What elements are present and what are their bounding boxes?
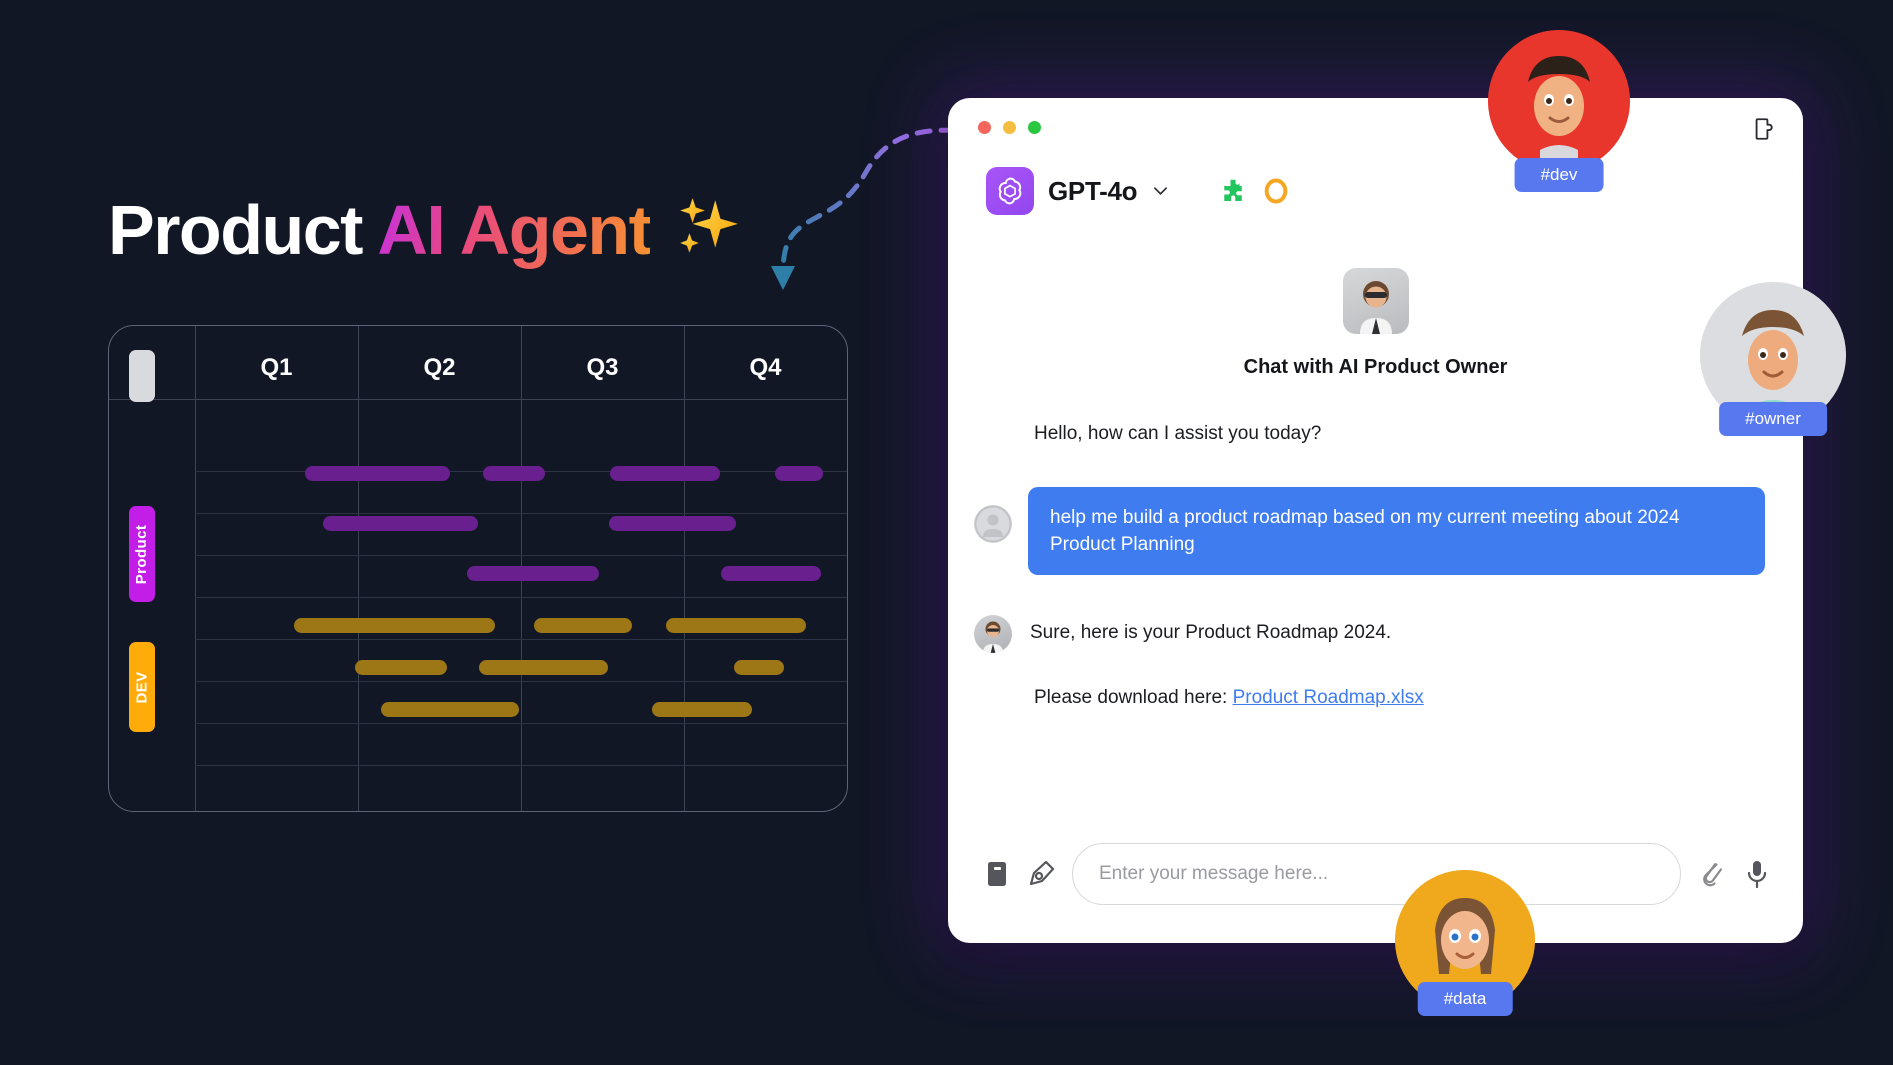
- gantt-corner-tag: [129, 350, 155, 402]
- gantt-group-tag-dev[interactable]: DEV: [129, 642, 155, 732]
- product-owner-avatar: [1342, 268, 1409, 334]
- avatar-dev-image: [1488, 30, 1630, 172]
- gantt-bar[interactable]: [305, 466, 450, 481]
- download-prefix: Please download here:: [1034, 687, 1228, 709]
- avatar-data[interactable]: #data: [1395, 870, 1535, 1016]
- gantt-bar[interactable]: [666, 618, 806, 633]
- gantt-bar[interactable]: [323, 516, 478, 531]
- maximize-window-button[interactable]: [1028, 121, 1041, 134]
- assistant-message-row: Sure, here is your Product Roadmap 2024.: [974, 615, 1803, 654]
- page-title-accent: AI Agent: [377, 191, 652, 269]
- gantt-bar[interactable]: [355, 660, 447, 675]
- gantt-chart: Q1 Q2 Q3 Q4 Product DEV: [108, 325, 848, 812]
- gantt-bar[interactable]: [775, 466, 823, 481]
- gantt-col-q3: Q3: [586, 354, 619, 381]
- download-link[interactable]: Product Roadmap.xlsx: [1233, 687, 1424, 708]
- chat-intro: Chat with AI Product Owner: [948, 268, 1803, 379]
- gantt-bar[interactable]: [721, 566, 821, 581]
- gantt-col-q2: Q2: [423, 354, 456, 381]
- gantt-bar[interactable]: [479, 660, 608, 675]
- microphone-icon[interactable]: [1743, 858, 1771, 890]
- user-avatar-icon: [974, 505, 1012, 543]
- page-title: Product AI Agent: [108, 190, 740, 270]
- avatar-dev[interactable]: #dev: [1488, 30, 1630, 192]
- puzzle-outline-icon[interactable]: [1749, 116, 1775, 142]
- page-title-primary: Product: [108, 191, 363, 269]
- user-message-row: help me build a product roadmap based on…: [974, 487, 1803, 576]
- gantt-col-q4: Q4: [749, 354, 782, 381]
- avatar-data-badge: #data: [1417, 982, 1513, 1016]
- model-name-label[interactable]: GPT-4o: [1048, 176, 1138, 207]
- assistant-avatar: [974, 615, 1012, 654]
- gantt-group-label-product: Product: [133, 524, 151, 584]
- chat-intro-title: Chat with AI Product Owner: [1243, 356, 1508, 378]
- gantt-bar[interactable]: [467, 566, 599, 581]
- avatar-dev-badge: #dev: [1514, 158, 1604, 192]
- message-input-placeholder: Enter your message here...: [1099, 863, 1329, 884]
- model-selector-row: GPT-4o: [986, 167, 1290, 215]
- chevron-down-icon[interactable]: [1153, 186, 1168, 196]
- chat-input-bar: Enter your message here...: [984, 843, 1771, 905]
- pen-nib-icon[interactable]: [1026, 859, 1056, 889]
- page-root: Product AI Agent Q1 Q2 Q3 Q4 Product DEV…: [0, 0, 1893, 1065]
- message-list: Hello, how can I assist you today? help …: [948, 423, 1803, 709]
- eye-icon[interactable]: [1262, 177, 1290, 205]
- assistant-message-text: Sure, here is your Product Roadmap 2024.: [1030, 622, 1392, 644]
- gantt-bar[interactable]: [534, 618, 632, 633]
- gantt-bar[interactable]: [381, 702, 519, 717]
- chat-titlebar: [948, 98, 1803, 160]
- user-message-bubble: help me build a product roadmap based on…: [1028, 487, 1765, 576]
- puzzle-icon[interactable]: [1218, 176, 1248, 206]
- gantt-bar[interactable]: [652, 702, 752, 717]
- openai-logo-icon: [986, 167, 1034, 215]
- avatar-owner-badge: #owner: [1719, 402, 1827, 436]
- avatar-owner[interactable]: #owner: [1700, 282, 1846, 436]
- dashed-arrow: [771, 127, 980, 290]
- gantt-bar[interactable]: [734, 660, 784, 675]
- gantt-group-label-dev: DEV: [133, 670, 151, 704]
- gantt-bar[interactable]: [610, 466, 720, 481]
- download-line: Please download here: Product Roadmap.xl…: [1034, 687, 1803, 709]
- book-icon[interactable]: [984, 860, 1010, 888]
- gantt-group-tag-product[interactable]: Product: [129, 506, 155, 602]
- close-window-button[interactable]: [978, 121, 991, 134]
- header-icon-group: [1218, 176, 1290, 206]
- window-controls: [978, 121, 1041, 134]
- chat-window: GPT-4o Chat with AI Product Owner Hello,…: [948, 98, 1803, 943]
- gantt-bar[interactable]: [294, 618, 495, 633]
- gantt-col-q1: Q1: [260, 354, 293, 381]
- minimize-window-button[interactable]: [1003, 121, 1016, 134]
- message-input[interactable]: Enter your message here...: [1072, 843, 1681, 905]
- gantt-bar[interactable]: [483, 466, 545, 481]
- assistant-greeting-message: Hello, how can I assist you today?: [1034, 423, 1322, 444]
- paperclip-icon[interactable]: [1697, 859, 1727, 889]
- gantt-bar[interactable]: [609, 516, 736, 531]
